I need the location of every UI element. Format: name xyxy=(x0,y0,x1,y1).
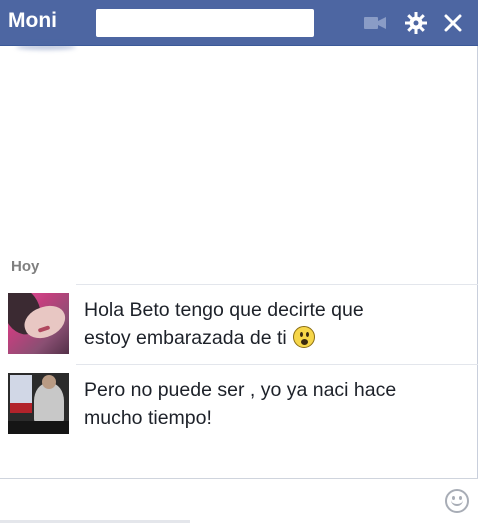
message-row: Pero no puede ser , yo ya naci hace much… xyxy=(0,364,478,444)
redacted-name-area xyxy=(96,9,314,37)
message-input[interactable] xyxy=(0,479,430,523)
chat-header[interactable]: Moni xyxy=(0,0,478,46)
chat-window: Moni Hoy Hola Beto tengo que decirte que… xyxy=(0,0,478,524)
close-icon[interactable] xyxy=(440,10,466,36)
message-divider xyxy=(76,284,478,285)
message-composer xyxy=(0,478,478,524)
gear-icon[interactable] xyxy=(403,10,429,36)
date-separator: Hoy xyxy=(11,258,40,275)
message-text: Pero no puede ser , yo ya naci hace much… xyxy=(84,376,464,432)
avatar[interactable] xyxy=(8,293,69,354)
surprised-face-icon xyxy=(292,326,315,348)
contact-name[interactable]: Moni xyxy=(8,8,57,34)
message-body: Hola Beto tengo que decirte que estoy em… xyxy=(84,299,364,349)
composer-scroll-indicator xyxy=(0,520,190,523)
message-text: Hola Beto tengo que decirte que estoy em… xyxy=(84,296,464,352)
avatar[interactable] xyxy=(8,373,69,434)
message-list: Hoy Hola Beto tengo que decirte que esto… xyxy=(0,46,478,478)
smiley-icon[interactable] xyxy=(445,489,469,513)
video-camera-icon[interactable] xyxy=(362,10,388,36)
message-body: Pero no puede ser , yo ya naci hace much… xyxy=(84,379,397,429)
message-divider xyxy=(76,364,478,365)
message-row: Hola Beto tengo que decirte que estoy em… xyxy=(0,284,478,364)
